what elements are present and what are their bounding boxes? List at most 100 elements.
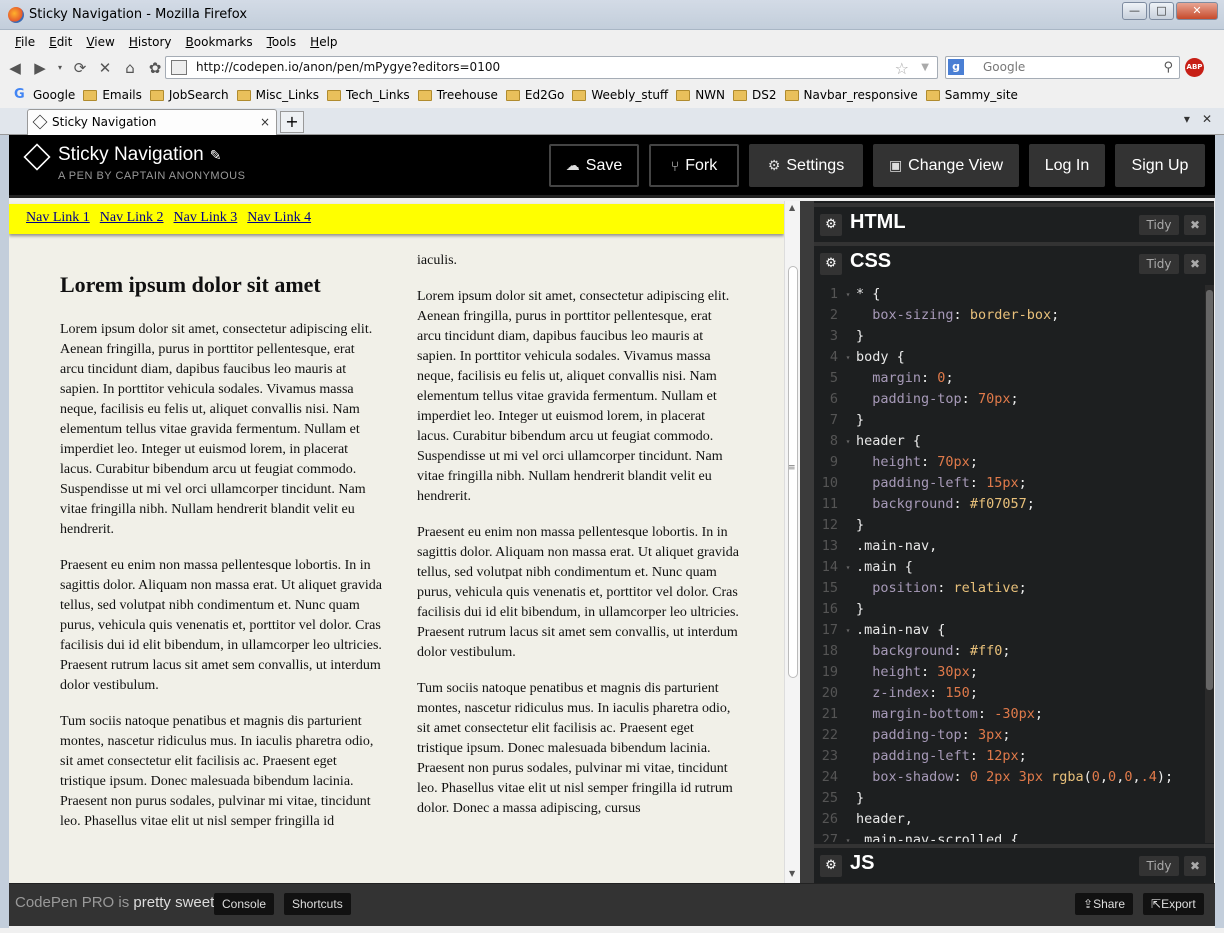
menu-bar: File Edit View History Bookmarks Tools Help <box>0 31 1224 53</box>
nav-link-4[interactable]: Nav Link 4 <box>247 210 311 225</box>
nav-link-1[interactable]: Nav Link 1 <box>26 210 90 225</box>
site-identity-icon[interactable] <box>171 60 187 75</box>
menu-help[interactable]: Help <box>310 35 337 49</box>
close-icon[interactable]: ✖ <box>1184 254 1206 274</box>
bookmark-google[interactable]: G Google <box>14 88 75 103</box>
forward-icon[interactable]: ▶ <box>30 58 50 78</box>
paragraph: Praesent eu enim non massa pellentesque … <box>417 525 739 660</box>
resize-handle[interactable] <box>800 201 814 883</box>
code-line: 3} <box>814 326 1206 347</box>
fold-arrow-icon[interactable]: ▾ <box>840 431 856 452</box>
pen-title[interactable]: Sticky Navigation ✎ <box>58 144 221 166</box>
search-input[interactable]: g Google ⚲ <box>945 56 1180 79</box>
close-icon[interactable]: ✖ <box>1184 215 1206 235</box>
codepen-logo-icon[interactable] <box>23 143 51 171</box>
change-view-button[interactable]: ▣ Change View <box>873 144 1019 187</box>
reload-icon[interactable]: ⟳ <box>70 58 90 78</box>
menu-bookmarks[interactable]: Bookmarks <box>186 35 253 49</box>
home-icon[interactable]: ⌂ <box>120 58 140 78</box>
scroll-up-icon[interactable]: ▲ <box>789 203 795 212</box>
signup-button[interactable]: Sign Up <box>1115 144 1205 187</box>
login-button[interactable]: Log In <box>1029 144 1105 187</box>
code-token: ; <box>945 370 954 386</box>
url-bar[interactable]: http://codepen.io/anon/pen/mPygye?editor… <box>165 56 938 79</box>
fold-arrow-icon[interactable]: ▾ <box>840 830 856 842</box>
export-button[interactable]: ⇱Export <box>1143 893 1204 915</box>
code-token: ; <box>1018 475 1027 491</box>
minimize-button[interactable]: — <box>1122 2 1147 20</box>
url-dropdown-icon[interactable]: ▼ <box>921 57 929 78</box>
css-editor-header[interactable]: ⚙ CSS Tidy ✖ <box>814 242 1214 278</box>
gear-icon[interactable]: ⚙ <box>820 855 842 877</box>
fork-icon: ⑂ <box>670 157 680 174</box>
console-button[interactable]: Console <box>214 893 275 915</box>
edit-pencil-icon[interactable]: ✎ <box>210 147 222 163</box>
fork-button[interactable]: ⑂ Fork <box>649 144 739 187</box>
list-tabs-icon[interactable]: ▾ <box>1184 112 1190 126</box>
close-window-button[interactable]: ✕ <box>1176 2 1218 20</box>
preview-scrollbar[interactable]: ▲ ≡ ▼ <box>784 201 800 883</box>
fold-arrow-icon[interactable]: ▾ <box>840 284 856 305</box>
editor-scrollbar[interactable] <box>1205 285 1214 843</box>
bookmark-navbar-responsive[interactable]: Navbar_responsive <box>784 88 918 102</box>
menu-edit[interactable]: Edit <box>49 35 72 49</box>
gear-icon[interactable]: ⚙ <box>820 214 842 236</box>
fold-arrow-icon[interactable]: ▾ <box>840 557 856 578</box>
pro-promo[interactable]: CodePen PRO is pretty sweet. <box>15 894 218 911</box>
bookmark-emails[interactable]: Emails <box>83 88 142 102</box>
new-tab-button[interactable]: + <box>280 111 304 133</box>
code-line: 25} <box>814 788 1206 809</box>
addon-icon[interactable]: ✿ <box>145 58 165 78</box>
code-token: z-index <box>856 685 930 701</box>
code-line: 15 position: relative; <box>814 578 1206 599</box>
close-tab-icon[interactable]: ✕ <box>1202 112 1212 126</box>
code-token: * <box>856 286 873 302</box>
share-button[interactable]: ⇪Share <box>1075 893 1134 915</box>
bookmark-ds2[interactable]: DS2 <box>733 88 777 102</box>
fold-arrow-icon[interactable]: ▾ <box>840 620 856 641</box>
save-button[interactable]: ☁ Save <box>549 144 639 187</box>
preview-pane[interactable]: Nav Link 1 Nav Link 2 Nav Link 3 Nav Link 4… <box>9 201 784 883</box>
nav-link-2[interactable]: Nav Link 2 <box>100 210 164 225</box>
gear-icon[interactable]: ⚙ <box>820 253 842 275</box>
search-engine-icon[interactable]: g <box>948 59 964 75</box>
js-editor-header[interactable]: ⚙ JS Tidy ✖ <box>814 844 1214 880</box>
bookmark-treehouse[interactable]: Treehouse <box>417 88 498 102</box>
bookmark-label: Weebly_stuff <box>591 88 669 102</box>
bookmark-star-icon[interactable]: ☆ <box>895 58 909 79</box>
bookmark-ed2go[interactable]: Ed2Go <box>505 88 564 102</box>
line-number: 6 <box>829 391 838 407</box>
menu-tools[interactable]: Tools <box>267 35 297 49</box>
menu-history[interactable]: History <box>129 35 172 49</box>
bookmark-weebly-stuff[interactable]: Weebly_stuff <box>572 88 668 102</box>
css-code-editor[interactable]: 1 ▾ * {2 box-sizing: border-box; 3} 4 ▾ body {… <box>814 284 1206 842</box>
bookmark-nwn[interactable]: NWN <box>676 88 725 102</box>
nav-link-3[interactable]: Nav Link 3 <box>174 210 238 225</box>
tidy-button[interactable]: Tidy <box>1139 254 1179 274</box>
bookmark-tech-links[interactable]: Tech_Links <box>326 88 410 102</box>
tidy-button[interactable]: Tidy <box>1139 856 1179 876</box>
back-icon[interactable]: ◀ <box>5 58 25 78</box>
stop-icon[interactable]: ✕ <box>95 58 115 78</box>
maximize-button[interactable]: □ <box>1149 2 1174 20</box>
menu-file[interactable]: File <box>15 35 35 49</box>
bookmark-sammy-site[interactable]: Sammy_site <box>925 88 1018 102</box>
shortcuts-button[interactable]: Shortcuts <box>284 893 351 915</box>
bookmark-misc-links[interactable]: Misc_Links <box>236 88 319 102</box>
scroll-down-icon[interactable]: ▼ <box>789 869 795 878</box>
history-dropdown-icon[interactable]: ▾ <box>55 58 65 78</box>
code-token: : <box>953 496 970 512</box>
tidy-button[interactable]: Tidy <box>1139 215 1179 235</box>
close-tab-icon[interactable]: × <box>260 110 270 134</box>
search-icon[interactable]: ⚲ <box>1163 57 1173 78</box>
html-editor-header[interactable]: ⚙ HTML Tidy ✖ <box>814 203 1214 239</box>
adblock-icon[interactable]: ABP <box>1185 58 1204 77</box>
fold-arrow-icon[interactable]: ▾ <box>840 347 856 368</box>
menu-view[interactable]: View <box>86 35 114 49</box>
bookmark-jobsearch[interactable]: JobSearch <box>149 88 229 102</box>
settings-button[interactable]: ⚙ Settings <box>749 144 863 187</box>
scrollbar-thumb[interactable] <box>1206 290 1213 690</box>
tab-sticky-navigation[interactable]: Sticky Navigation × <box>27 109 277 135</box>
close-icon[interactable]: ✖ <box>1184 856 1206 876</box>
code-text: box-sizing: border-box; <box>856 305 1059 326</box>
